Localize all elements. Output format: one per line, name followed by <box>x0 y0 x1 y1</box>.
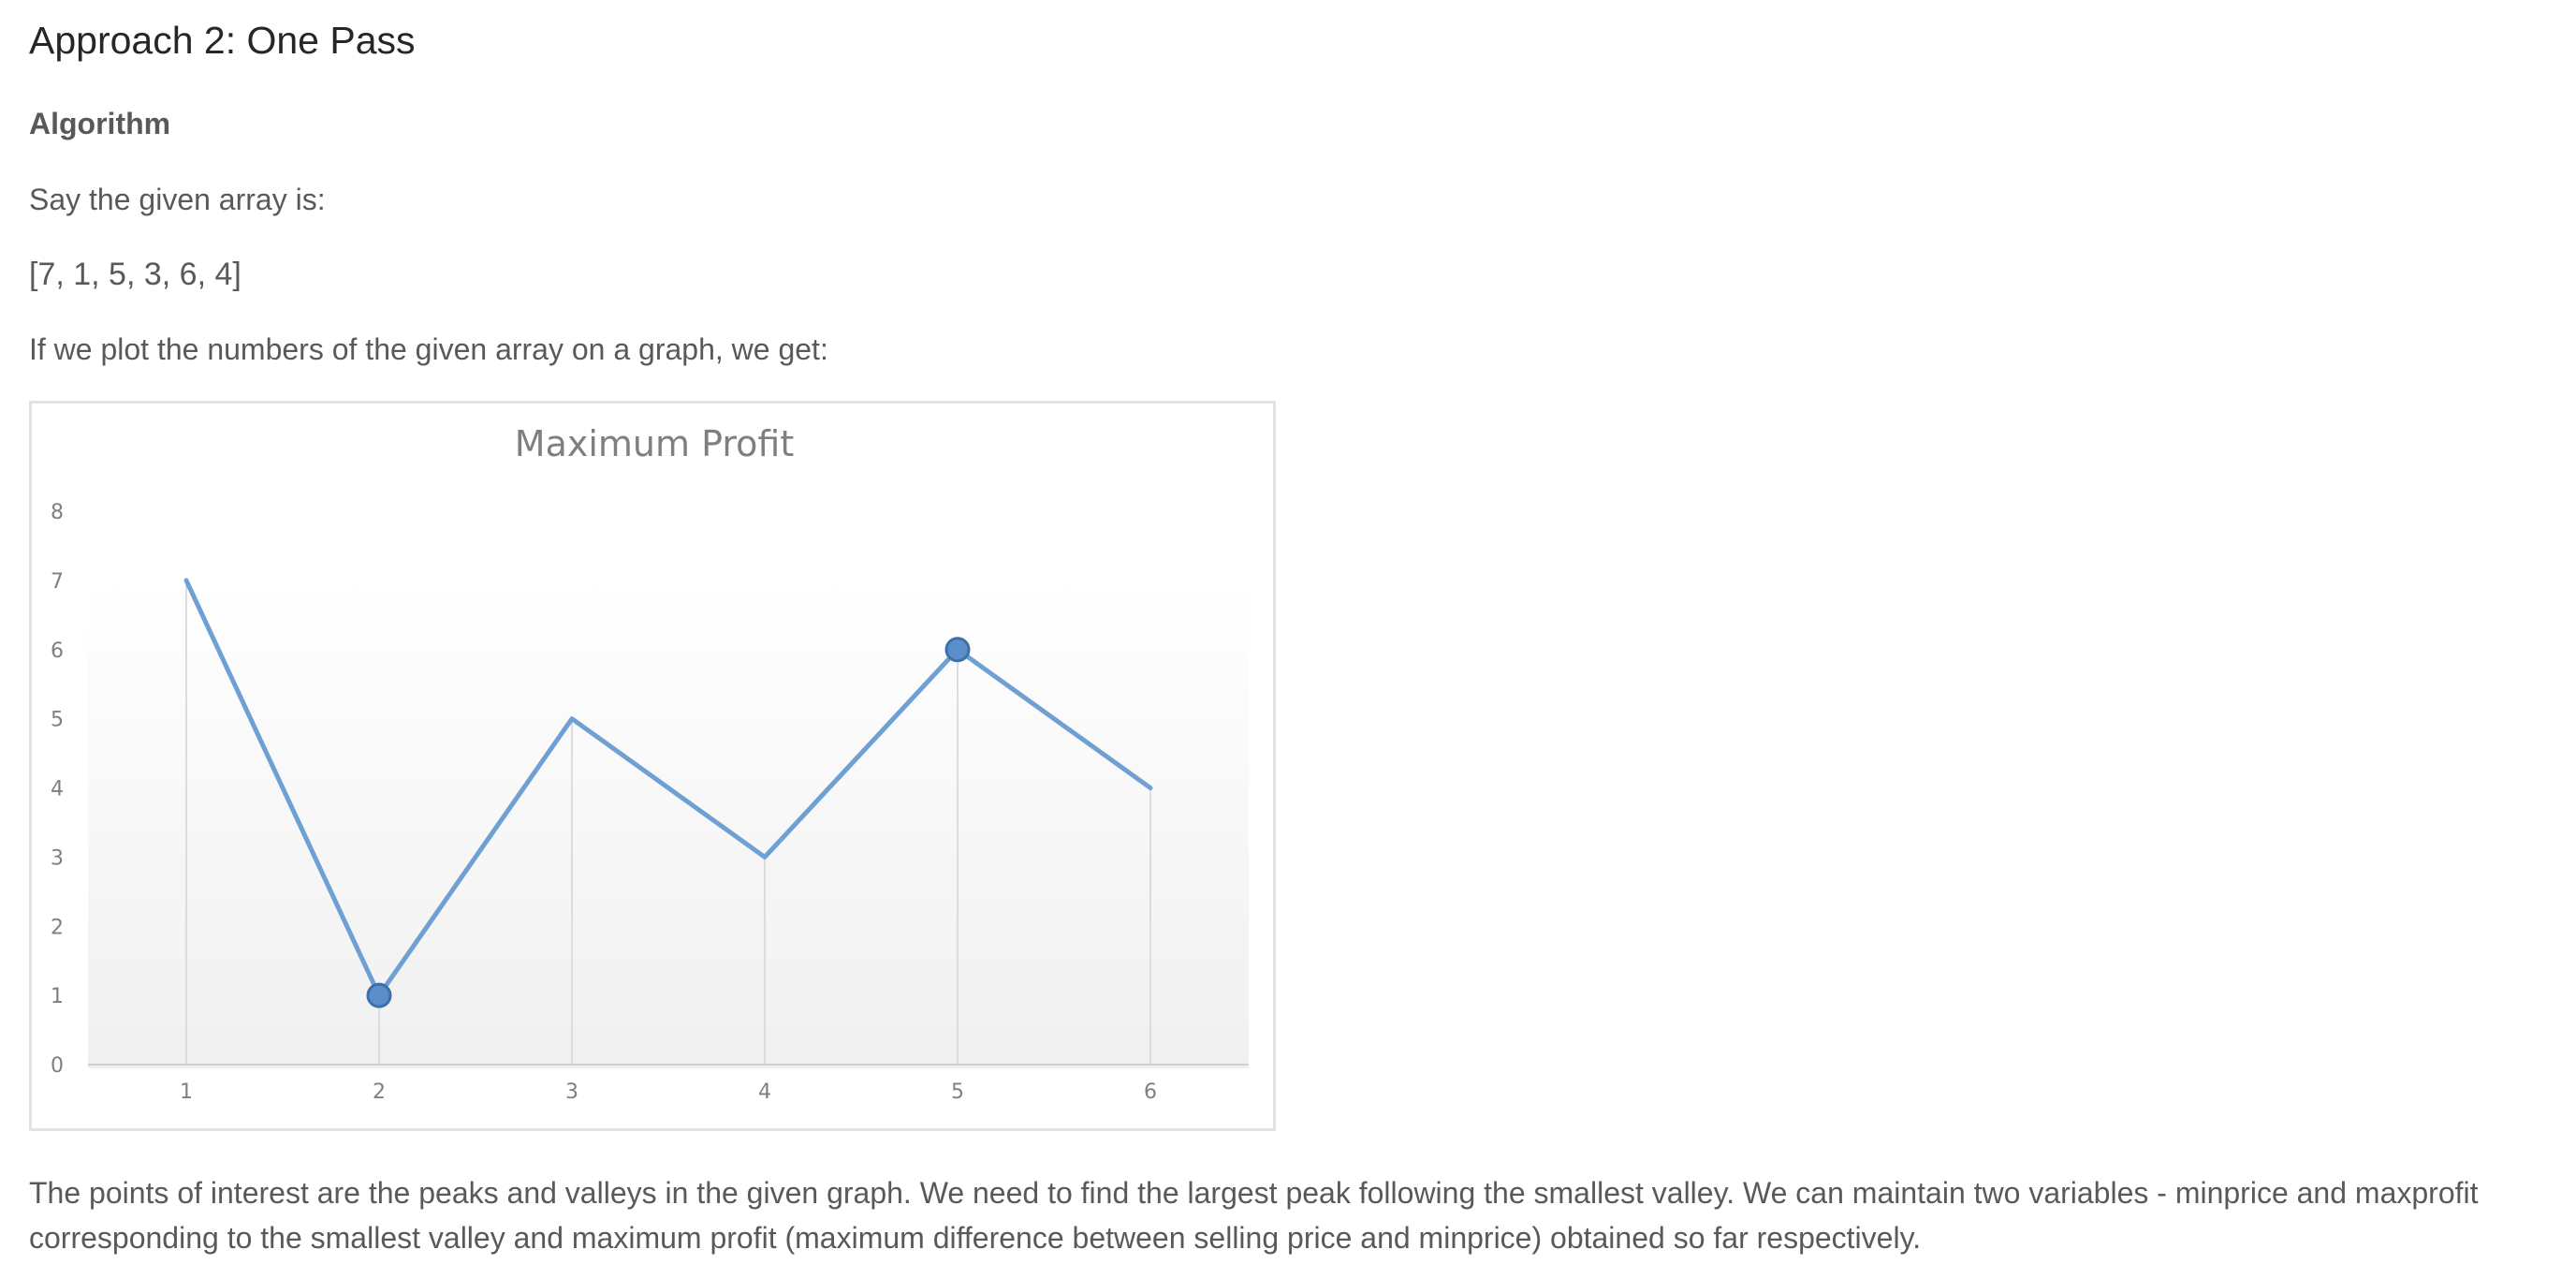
x-tick-label: 1 <box>180 1081 193 1104</box>
x-tick-label: 6 <box>1144 1081 1157 1104</box>
y-tick-label: 0 <box>51 1054 64 1078</box>
chart-figure: Maximum Profit 0 1 2 3 4 5 6 7 8 1 2 3 4 5 6 <box>29 401 1276 1131</box>
y-tick-label: 5 <box>51 709 64 732</box>
y-tick-label: 6 <box>51 640 64 663</box>
y-tick-label: 4 <box>51 778 64 801</box>
max-profit-chart: Maximum Profit 0 1 2 3 4 5 6 7 8 1 2 3 4 5 6 <box>51 423 1249 1104</box>
y-tick-label: 3 <box>51 846 64 870</box>
y-tick-label: 8 <box>51 501 64 524</box>
explanation-paragraph: The points of interest are the peaks and… <box>29 1176 2479 1255</box>
highlighted-point <box>366 982 392 1008</box>
x-tick-label: 5 <box>951 1081 964 1104</box>
plot-area <box>88 577 1249 1068</box>
plot-intro-paragraph: If we plot the numbers of the given arra… <box>29 332 828 366</box>
x-tick-label: 2 <box>373 1081 386 1104</box>
x-tick-label: 4 <box>758 1081 771 1104</box>
highlighted-point <box>944 637 971 663</box>
y-tick-label: 1 <box>51 985 64 1008</box>
x-tick-label: 3 <box>565 1081 578 1104</box>
intro-paragraph: Say the given array is: <box>29 183 326 216</box>
y-tick-label: 7 <box>51 570 64 594</box>
section-subheading: Algorithm <box>29 107 171 140</box>
chart-title: Maximum Profit <box>515 423 794 464</box>
array-text: [7, 1, 5, 3, 6, 4] <box>29 257 242 292</box>
y-tick-label: 2 <box>51 916 64 939</box>
page-title: Approach 2: One Pass <box>29 19 416 62</box>
